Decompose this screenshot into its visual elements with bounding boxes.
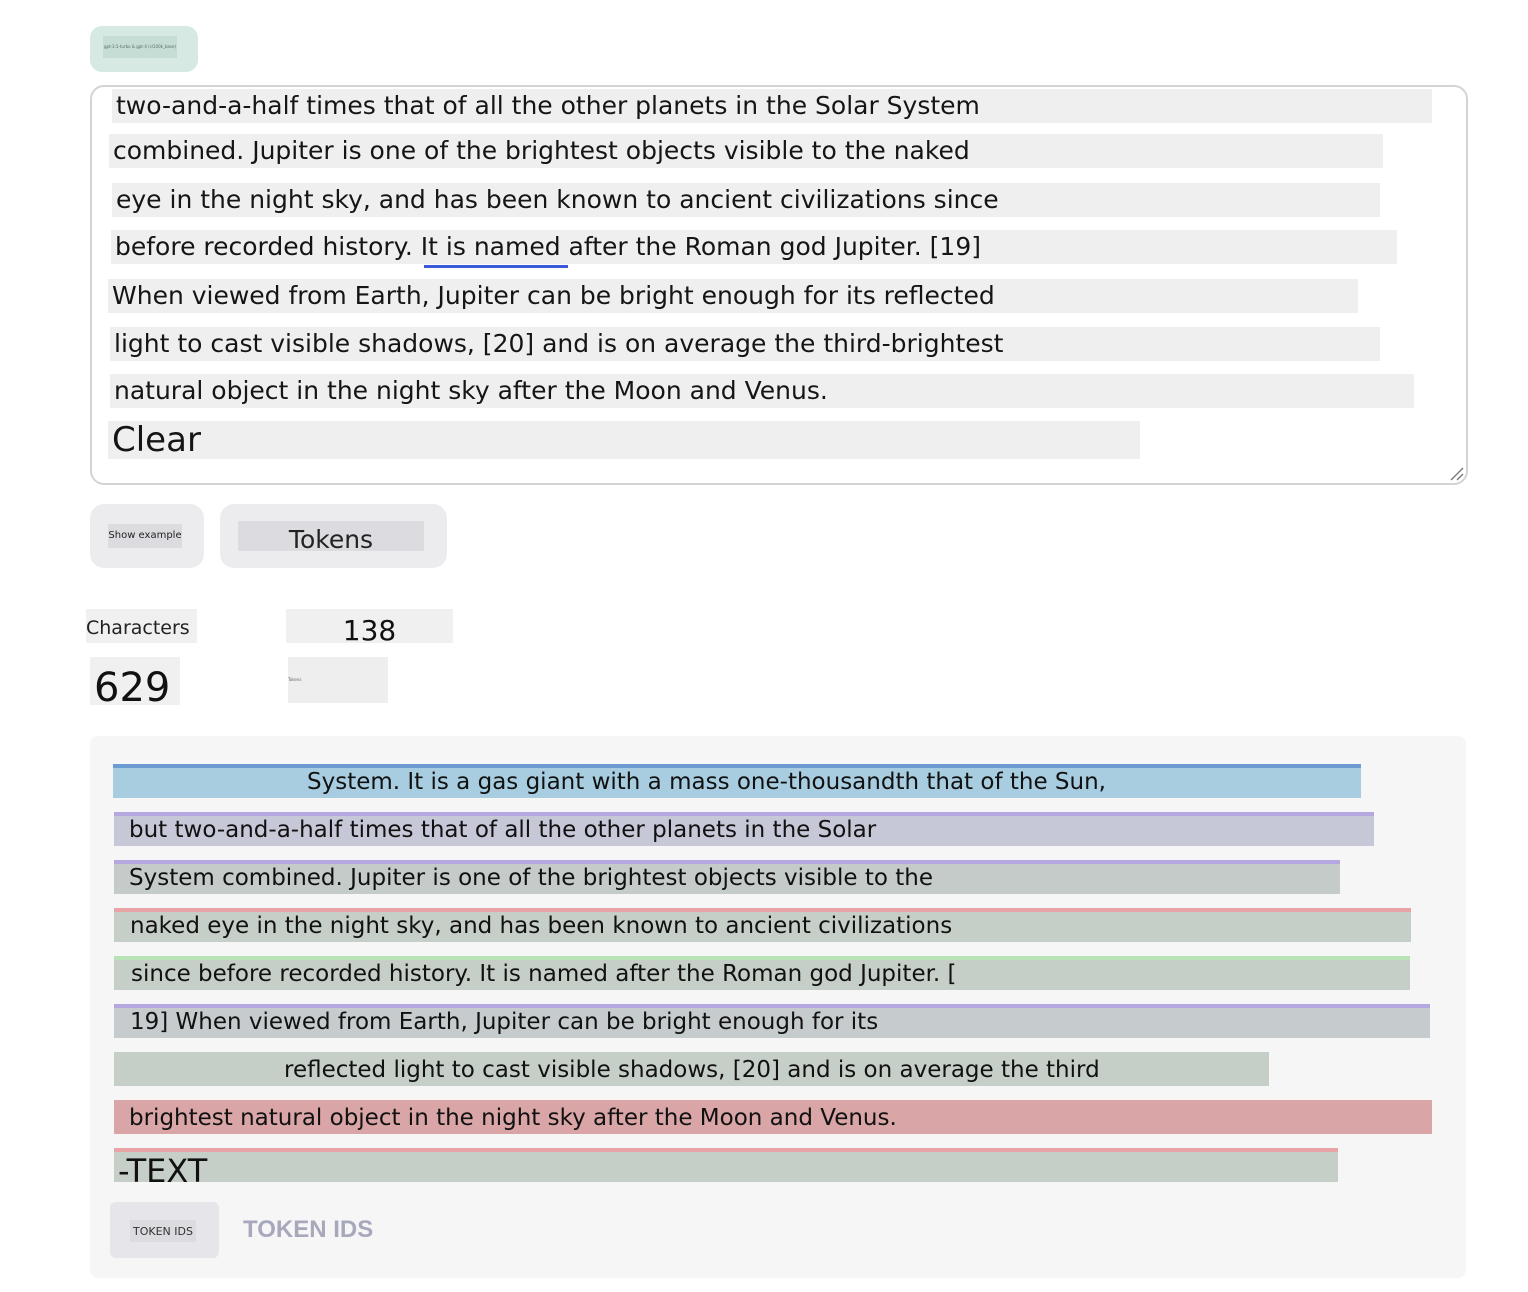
tokens-label: Tokens (238, 521, 424, 554)
token-stripe (114, 956, 1410, 960)
tokens-count: 138 (286, 609, 453, 647)
show-example-label: Show example (108, 524, 182, 548)
token-text: but two-and-a-half times that of all the… (129, 817, 877, 843)
characters-count: 629 (90, 657, 180, 711)
token-ids-button-label: TOKEN IDS (130, 1220, 196, 1242)
token-line: naked eye in the night sky, and has been… (114, 908, 1411, 942)
tokens-button[interactable]: Tokens (220, 504, 447, 568)
token-stripe (114, 1148, 1338, 1152)
model-selector-label: gpt-3.5-turbo & gpt-4 (cl100k_base) (103, 36, 177, 58)
text-input-area[interactable]: two-and-a-half times that of all the oth… (90, 85, 1468, 485)
token-stripe (114, 860, 1340, 864)
token-text: brightest natural object in the night sk… (129, 1105, 897, 1131)
token-stripe (114, 908, 1411, 912)
token-ids-label[interactable]: TOKEN IDS (243, 1214, 373, 1246)
editor-line: eye in the night sky, and has been known… (112, 183, 1380, 217)
token-line: System. It is a gas giant with a mass on… (113, 764, 1361, 798)
token-stripe (113, 764, 1361, 768)
editor-line: before recorded history. It is named aft… (111, 230, 1397, 264)
clear-button[interactable]: Clear (108, 421, 1140, 459)
editor-line: two-and-a-half times that of all the oth… (112, 89, 1432, 123)
token-line: since before recorded history. It is nam… (114, 956, 1410, 990)
spellcheck-underline (424, 265, 568, 268)
editor-line: natural object in the night sky after th… (110, 374, 1414, 408)
token-ids-button[interactable]: TOKEN IDS (110, 1202, 219, 1258)
model-selector[interactable]: gpt-3.5-turbo & gpt-4 (cl100k_base) (90, 26, 198, 72)
token-stripe (114, 1100, 1432, 1104)
editor-line: When viewed from Earth, Jupiter can be b… (108, 279, 1358, 313)
token-line: System combined. Jupiter is one of the b… (114, 860, 1340, 894)
show-example-button[interactable]: Show example (90, 504, 204, 568)
token-text: System combined. Jupiter is one of the b… (129, 865, 934, 891)
characters-label: Characters (86, 609, 197, 643)
token-stripe (114, 1004, 1430, 1008)
editor-line: combined. Jupiter is one of the brightes… (109, 134, 1383, 168)
token-line: reflected light to cast visible shadows,… (114, 1052, 1269, 1086)
resize-handle-icon[interactable] (1448, 465, 1464, 481)
token-line: 19] When viewed from Earth, Jupiter can … (114, 1004, 1430, 1038)
token-text: since before recorded history. It is nam… (131, 961, 957, 987)
token-text: System. It is a gas giant with a mass on… (307, 769, 1106, 795)
token-text: reflected light to cast visible shadows,… (284, 1057, 1100, 1083)
editor-line: light to cast visible shadows, [20] and … (110, 327, 1380, 361)
token-stripe (114, 1052, 1269, 1056)
token-line: but two-and-a-half times that of all the… (114, 812, 1374, 846)
tokens-count-label: Tokens (288, 657, 388, 703)
token-text: 19] When viewed from Earth, Jupiter can … (130, 1009, 879, 1035)
token-line: -TEXT (114, 1148, 1338, 1182)
token-stripe (114, 812, 1374, 816)
token-text: -TEXT (118, 1152, 208, 1182)
token-line: brightest natural object in the night sk… (114, 1100, 1432, 1134)
token-text: naked eye in the night sky, and has been… (130, 913, 953, 939)
